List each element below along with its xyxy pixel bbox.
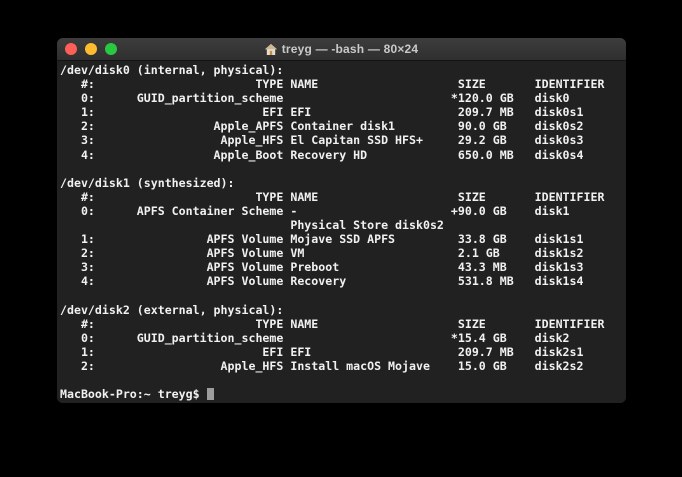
zoom-button[interactable] [105, 43, 117, 55]
terminal-line: #: TYPE NAME SIZE IDENTIFIER [60, 77, 605, 92]
terminal-line: #: TYPE NAME SIZE IDENTIFIER [60, 189, 605, 204]
terminal-line: 4: APFS Volume Recovery 531.8 MB disk1s4 [60, 274, 584, 289]
terminal-line: 1: EFI EFI 209.7 MB disk2s1 [60, 344, 584, 359]
minimize-button[interactable] [85, 43, 97, 55]
window-title: treyg — -bash — 80×24 [281, 42, 419, 56]
terminal-line: 1: APFS Volume Mojave SSD APFS 33.8 GB d… [60, 232, 584, 247]
close-button[interactable] [65, 43, 77, 55]
terminal-line: Physical Store disk0s2 [60, 218, 444, 233]
terminal-line: 2: Apple_APFS Container disk1 90.0 GB di… [60, 119, 584, 134]
terminal-line: 1: EFI EFI 209.7 MB disk0s1 [60, 105, 584, 120]
terminal-line: /dev/disk2 (external, physical): [60, 302, 284, 317]
terminal-screen[interactable]: /dev/disk0 (internal, physical): #: TYPE… [57, 61, 626, 403]
terminal-line: 0: GUID_partition_scheme *120.0 GB disk0 [60, 91, 570, 106]
prompt-line: MacBook-Pro:~ treyg$ [60, 387, 626, 401]
traffic-lights [65, 43, 117, 55]
terminal-lines: /dev/disk0 (internal, physical): #: TYPE… [60, 63, 626, 387]
terminal-line: /dev/disk0 (internal, physical): [60, 63, 284, 77]
terminal-line: #: TYPE NAME SIZE IDENTIFIER [60, 316, 605, 331]
terminal-output: /dev/disk0 (internal, physical): #: TYPE… [60, 63, 626, 401]
home-icon [264, 43, 277, 55]
window-title-area: treyg — -bash — 80×24 [57, 38, 626, 60]
terminal-cursor [206, 388, 214, 401]
terminal-line: 3: Apple_HFS El Capitan SSD HFS+ 29.2 GB… [60, 133, 584, 148]
terminal-line: 2: Apple_HFS Install macOS Mojave 15.0 G… [60, 358, 584, 373]
terminal-line: 3: APFS Volume Preboot 43.3 MB disk1s3 [60, 260, 584, 275]
shell-prompt: MacBook-Pro:~ treyg$ [60, 387, 207, 402]
terminal-line: 0: APFS Container Scheme - +90.0 GB disk… [60, 203, 570, 218]
terminal-window: treyg — -bash — 80×24 /dev/disk0 (intern… [57, 38, 626, 403]
terminal-line: 2: APFS Volume VM 2.1 GB disk1s2 [60, 246, 584, 261]
window-titlebar[interactable]: treyg — -bash — 80×24 [57, 38, 626, 61]
terminal-line: /dev/disk1 (synthesized): [60, 175, 235, 190]
terminal-line: 0: GUID_partition_scheme *15.4 GB disk2 [60, 330, 570, 345]
terminal-line: 4: Apple_Boot Recovery HD 650.0 MB disk0… [60, 147, 584, 162]
